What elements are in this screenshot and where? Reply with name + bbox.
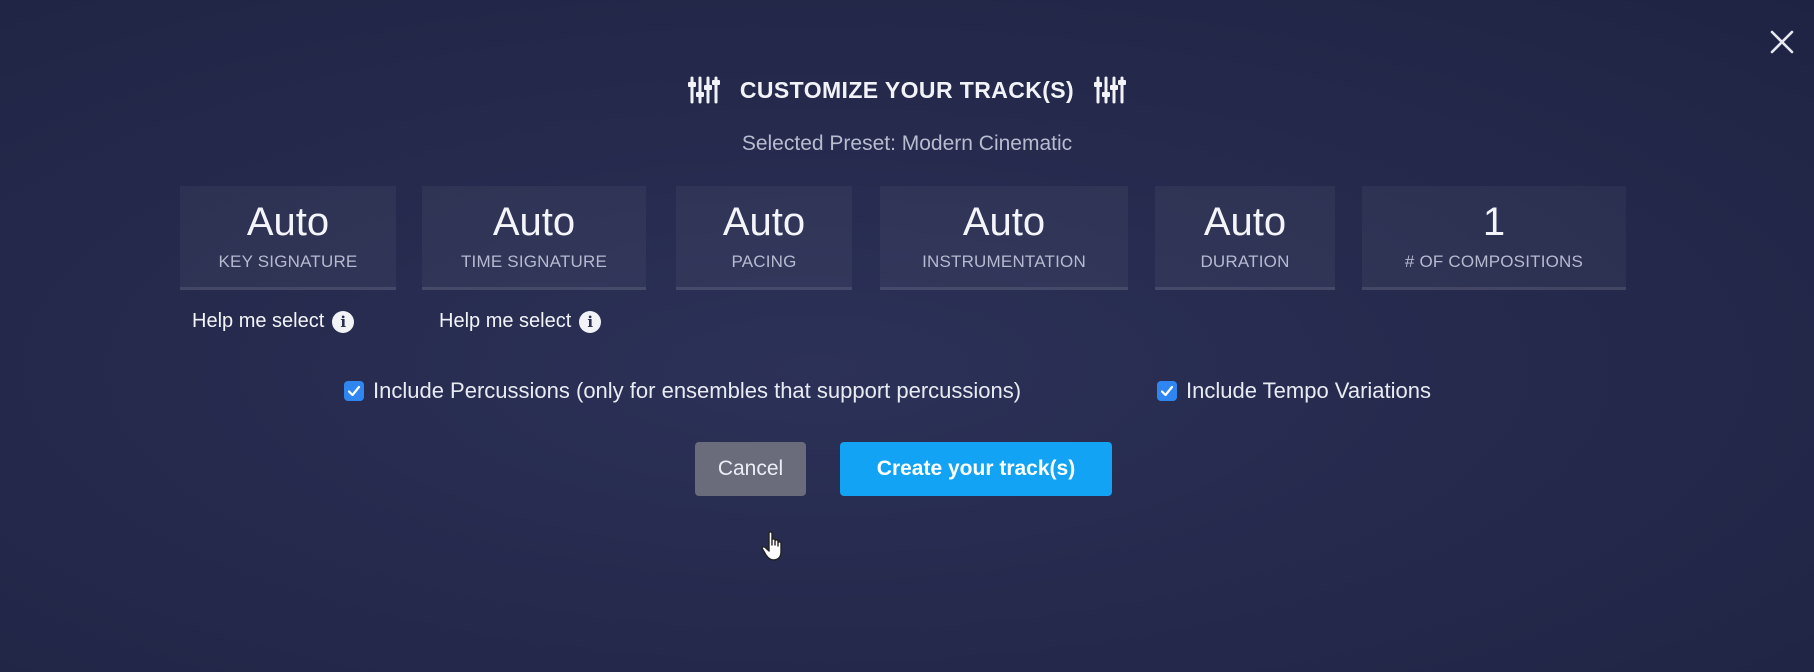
- pacing-value: Auto: [722, 200, 806, 244]
- duration-label: DURATION: [1200, 252, 1290, 271]
- key-signature-label: KEY SIGNATURE: [218, 252, 358, 271]
- mixer-sliders-icon: [1092, 74, 1128, 106]
- time-signature-label: TIME SIGNATURE: [460, 252, 608, 271]
- settings-cards: Auto KEY SIGNATURE Auto TIME SIGNATURE A…: [0, 186, 1814, 290]
- time-signature-help-link[interactable]: Help me select i: [439, 310, 602, 333]
- include-tempo-variations-label: Include Tempo Variations: [1186, 378, 1431, 403]
- help-link-label: Help me select: [192, 310, 325, 332]
- include-tempo-variations-checkbox[interactable]: [1157, 381, 1177, 401]
- info-icon: i: [332, 310, 355, 333]
- check-icon: [1160, 385, 1174, 397]
- create-tracks-button[interactable]: Create your track(s): [840, 442, 1112, 496]
- mixer-sliders-icon: [686, 74, 722, 106]
- cancel-button[interactable]: Cancel: [695, 442, 806, 496]
- include-tempo-variations-option[interactable]: Include Tempo Variations: [1157, 378, 1431, 404]
- hand-pointer-cursor-icon: [760, 530, 790, 564]
- key-signature-help-link[interactable]: Help me select i: [192, 310, 355, 333]
- instrumentation-value: Auto: [962, 200, 1046, 244]
- dialog-title: CUSTOMIZE YOUR TRACK(S): [739, 76, 1075, 103]
- selected-preset-text: Selected Preset: Modern Cinematic: [741, 132, 1073, 155]
- info-icon: i: [579, 310, 602, 333]
- check-icon: [347, 385, 361, 397]
- pacing-label: PACING: [731, 252, 797, 271]
- include-percussions-checkbox[interactable]: [344, 381, 364, 401]
- compositions-card[interactable]: 1 # OF COMPOSITIONS: [1362, 186, 1626, 290]
- include-percussions-option[interactable]: Include Percussions (only for ensembles …: [344, 378, 1021, 404]
- duration-value: Auto: [1203, 200, 1287, 244]
- help-link-label: Help me select: [439, 310, 572, 332]
- compositions-value: 1: [1482, 200, 1506, 244]
- time-signature-value: Auto: [492, 200, 576, 244]
- pacing-card[interactable]: Auto PACING: [676, 186, 852, 290]
- dialog-header: CUSTOMIZE YOUR TRACK(S): [0, 74, 1814, 106]
- time-signature-card[interactable]: Auto TIME SIGNATURE: [422, 186, 646, 290]
- include-percussions-label: Include Percussions (only for ensembles …: [373, 378, 1022, 403]
- instrumentation-label: INSTRUMENTATION: [922, 252, 1086, 271]
- duration-card[interactable]: Auto DURATION: [1155, 186, 1335, 290]
- key-signature-value: Auto: [246, 200, 330, 244]
- key-signature-card[interactable]: Auto KEY SIGNATURE: [180, 186, 396, 290]
- compositions-label: # OF COMPOSITIONS: [1404, 252, 1584, 271]
- close-icon: [1769, 29, 1795, 60]
- instrumentation-card[interactable]: Auto INSTRUMENTATION: [880, 186, 1128, 290]
- close-button[interactable]: [1762, 24, 1802, 64]
